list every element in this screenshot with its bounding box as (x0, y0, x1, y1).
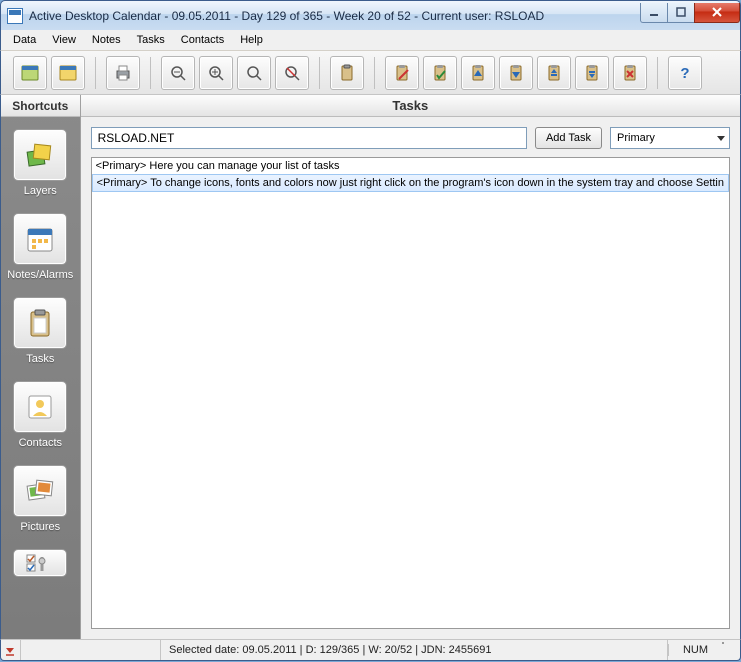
app-icon (7, 8, 23, 24)
menu-view[interactable]: View (44, 32, 84, 48)
menu-contacts[interactable]: Contacts (173, 32, 232, 48)
sidebar-header: Shortcuts (1, 95, 80, 117)
maximize-button[interactable] (667, 3, 695, 23)
status-text: Selected date: 09.05.2011 | D: 129/365 |… (161, 640, 668, 660)
task-list[interactable]: <Primary> Here you can manage your list … (91, 157, 730, 629)
status-num: NUM (668, 644, 722, 656)
sidebar-label-contacts: Contacts (19, 437, 62, 449)
chevron-down-icon (717, 136, 725, 141)
toolbar-help-icon[interactable]: ? (668, 56, 702, 90)
sidebar-label-notes: Notes/Alarms (7, 269, 73, 281)
minimize-button[interactable] (640, 3, 668, 23)
menu-data[interactable]: Data (5, 32, 44, 48)
toolbar: ? (0, 51, 741, 95)
sidebar-item-contacts[interactable]: Contacts (1, 381, 80, 449)
toolbar-clipboard-bottom-icon[interactable] (575, 56, 609, 90)
svg-text:?: ? (680, 65, 689, 82)
toolbar-zoom-fit-icon[interactable] (237, 56, 271, 90)
sidebar-label-pictures: Pictures (20, 521, 60, 533)
menu-tasks[interactable]: Tasks (129, 32, 173, 48)
sidebar-label-tasks: Tasks (26, 353, 54, 365)
checklist-icon (13, 549, 67, 577)
content-area: Tasks Add Task Primary <Primary> Here yo… (81, 95, 740, 639)
sidebar-item-layers[interactable]: Layers (1, 129, 80, 197)
menu-help[interactable]: Help (232, 32, 271, 48)
toolbar-print-icon[interactable] (106, 56, 140, 90)
resize-grip-icon[interactable] (722, 642, 738, 658)
toolbar-zoom-in-icon[interactable] (199, 56, 233, 90)
clipboard-icon (13, 297, 67, 349)
add-task-button[interactable]: Add Task (535, 127, 602, 149)
status-bar: Selected date: 09.05.2011 | D: 129/365 |… (0, 639, 741, 661)
menu-notes[interactable]: Notes (84, 32, 129, 48)
calendar-icon (13, 213, 67, 265)
title-bar: Active Desktop Calendar - 09.05.2011 - D… (0, 0, 741, 30)
content-header: Tasks (81, 95, 740, 117)
layers-icon (13, 129, 67, 181)
sidebar: Shortcuts Layers Notes/Alarms Tasks (1, 95, 81, 639)
category-combo[interactable]: Primary (610, 127, 730, 149)
toolbar-zoom-out-icon[interactable] (161, 56, 195, 90)
toolbar-clipboard-icon[interactable] (330, 56, 364, 90)
task-input[interactable] (91, 127, 527, 149)
toolbar-clipboard-top-icon[interactable] (537, 56, 571, 90)
category-combo-value: Primary (617, 132, 655, 144)
close-button[interactable] (694, 3, 740, 23)
toolbar-clipboard-check-icon[interactable] (423, 56, 457, 90)
toolbar-zoom-reset-icon[interactable] (275, 56, 309, 90)
sidebar-item-notes[interactable]: Notes/Alarms (1, 213, 80, 281)
menu-bar: Data View Notes Tasks Contacts Help (0, 30, 741, 51)
toolbar-clipboard-delete-icon[interactable] (613, 56, 647, 90)
task-row[interactable]: <Primary> Here you can manage your list … (92, 158, 729, 174)
task-row[interactable]: <Primary> To change icons, fonts and col… (92, 174, 729, 192)
sidebar-label-layers: Layers (24, 185, 57, 197)
toolbar-view-day-icon[interactable] (13, 56, 47, 90)
contact-icon (13, 381, 67, 433)
toolbar-clipboard-edit-icon[interactable] (385, 56, 419, 90)
toolbar-view-week-icon[interactable] (51, 56, 85, 90)
toolbar-clipboard-up-icon[interactable] (461, 56, 495, 90)
status-download-icon[interactable] (1, 640, 21, 660)
sidebar-item-pictures[interactable]: Pictures (1, 465, 80, 533)
window-title: Active Desktop Calendar - 09.05.2011 - D… (29, 9, 641, 23)
sidebar-item-tasks[interactable]: Tasks (1, 297, 80, 365)
sidebar-item-extra[interactable] (1, 549, 80, 577)
pictures-icon (13, 465, 67, 517)
toolbar-clipboard-down-icon[interactable] (499, 56, 533, 90)
